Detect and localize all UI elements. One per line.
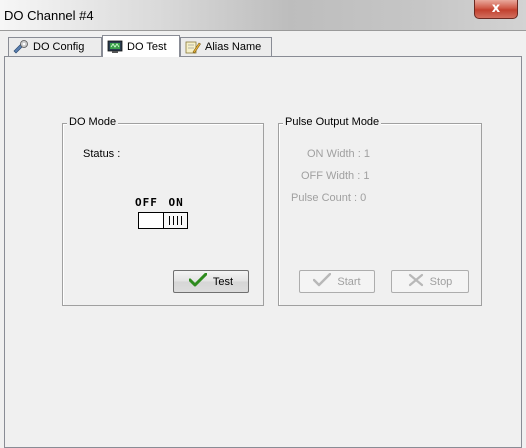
test-button[interactable]: Test [173, 270, 249, 293]
switch-labels: OFF ON [135, 196, 184, 209]
tab-label: Alias Name [205, 41, 262, 53]
do-test-panel: DO Mode Status : OFF ON Test Pulse Outpu… [4, 56, 522, 448]
status-label: Status : [83, 148, 121, 160]
monitor-icon [107, 40, 123, 54]
pulse-output-legend: Pulse Output Mode [283, 116, 382, 128]
close-icon: x [491, 1, 501, 16]
tab-strip: DO Config DO Test Alias Name [0, 35, 526, 57]
stop-button[interactable]: Stop [391, 270, 469, 293]
check-icon [188, 272, 208, 290]
start-button[interactable]: Start [299, 270, 375, 293]
do-mode-legend: DO Mode [67, 116, 119, 128]
do-mode-group: DO Mode Status : OFF ON Test [62, 116, 264, 306]
title-bar: DO Channel #4 x [0, 0, 526, 31]
pulse-count-label: Pulse Count : 0 [291, 192, 367, 204]
window-title: DO Channel #4 [4, 8, 94, 23]
switch-knob [163, 213, 187, 228]
do-toggle-switch[interactable] [138, 212, 188, 229]
stop-button-label: Stop [429, 275, 453, 288]
edit-icon [185, 40, 201, 54]
tab-label: DO Config [33, 41, 85, 53]
on-width-label: ON Width : 1 [307, 148, 370, 160]
on-label: ON [168, 196, 184, 209]
tab-do-config[interactable]: DO Config [8, 37, 102, 56]
pulse-output-group: Pulse Output Mode ON Width : 1 OFF Width… [278, 116, 482, 306]
test-button-label: Test [212, 275, 234, 288]
tab-alias-name[interactable]: Alias Name [180, 37, 272, 56]
off-label: OFF [135, 196, 158, 209]
gear-icon [13, 40, 29, 54]
start-button-label: Start [337, 275, 361, 288]
tab-label: DO Test [127, 40, 167, 53]
off-width-label: OFF Width : 1 [301, 170, 370, 182]
stop-icon [408, 273, 424, 290]
check-icon-disabled [313, 272, 332, 290]
tab-do-test[interactable]: DO Test [102, 35, 180, 57]
close-button[interactable]: x [474, 0, 518, 19]
